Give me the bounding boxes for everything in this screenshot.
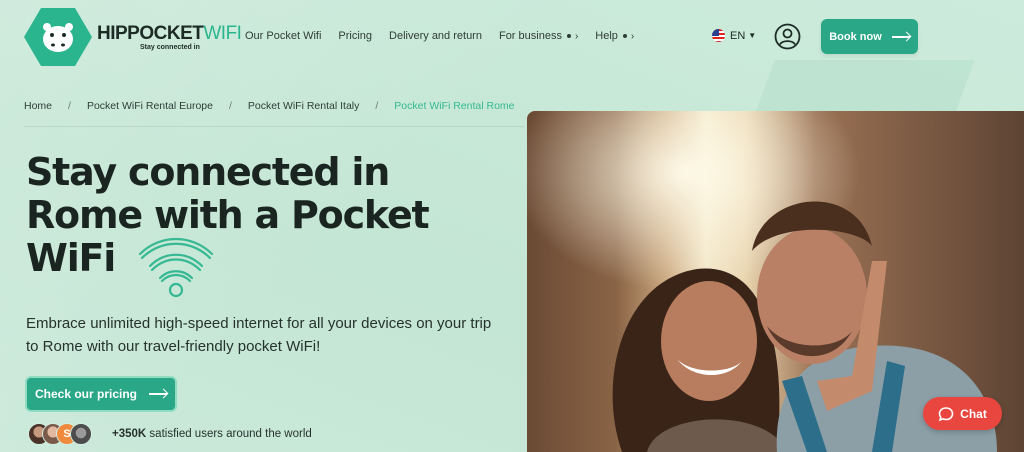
chat-label: Chat [960,406,987,421]
language-selector[interactable]: EN ▼ [712,29,756,42]
breadcrumb-separator: / [229,100,232,112]
chat-bubble-icon [938,406,954,421]
hippo-logo-icon[interactable] [24,8,92,66]
brand-tagline: Stay connected in [140,44,200,51]
wifi-decoration-icon [138,237,214,298]
nav-item-label: Pricing [338,30,373,42]
breadcrumb-home[interactable]: Home [24,100,52,112]
avatar [70,423,92,445]
breadcrumb-separator: / [375,100,379,112]
brand-name-accent: WIFI [203,23,242,44]
book-now-button[interactable]: Book now [821,19,918,54]
hero-description: Embrace unlimited high-speed internet fo… [26,315,492,355]
arrow-right-icon [891,35,910,38]
site-header: HIPPOCKETWIFI Stay connected in Our Pock… [0,0,1024,74]
breadcrumb-divider [24,126,524,127]
dropdown-dot-icon [622,34,627,38]
breadcrumb-italy[interactable]: Pocket WiFi Rental Italy [248,100,359,112]
nav-item-delivery[interactable]: Delivery and return [389,30,482,42]
chevron-right-icon: › [630,30,635,42]
user-account-icon[interactable] [774,23,801,50]
us-flag-icon [712,29,725,42]
arrow-right-icon [149,393,168,395]
user-avatars: S [28,423,92,445]
chevron-right-icon: › [574,30,579,42]
users-count-text: +350K satisfied users around the world [112,428,312,440]
nav-item-label: Our Pocket Wifi [245,30,322,42]
check-pricing-label: Check our pricing [34,387,138,401]
breadcrumb: Home / Pocket WiFi Rental Europe / Pocke… [24,100,515,112]
nav-item-our-pocket-wifi[interactable]: Our Pocket Wifi [245,30,321,42]
brand-name[interactable]: HIPPOCKETWIFI [97,23,242,44]
breadcrumb-separator: / [68,100,71,112]
nav-item-help[interactable]: Help › [595,30,634,42]
breadcrumb-europe[interactable]: Pocket WiFi Rental Europe [87,100,213,112]
check-pricing-button[interactable]: Check our pricing [25,376,177,412]
breadcrumb-rome: Pocket WiFi Rental Rome [394,100,515,112]
main-nav: Our Pocket Wifi Pricing Delivery and ret… [245,30,651,42]
language-label: EN [730,29,746,42]
nav-item-for-business[interactable]: For business › [499,30,578,42]
users-caption: satisfied users around the world [149,428,312,440]
chat-button[interactable]: Chat [923,397,1002,430]
nav-item-label: Delivery and return [389,30,482,42]
book-now-label: Book now [829,30,882,43]
nav-item-label: Help [595,30,618,42]
caret-down-icon: ▼ [748,31,757,40]
nav-item-label: For business [498,30,562,42]
dropdown-dot-icon [566,34,571,38]
hero-title: Stay connected in Rome with a Pocket WiF… [26,150,430,280]
nav-item-pricing[interactable]: Pricing [338,30,372,42]
brand-name-main: HIPPOCKET [97,23,204,44]
users-count: +350K [112,428,147,440]
